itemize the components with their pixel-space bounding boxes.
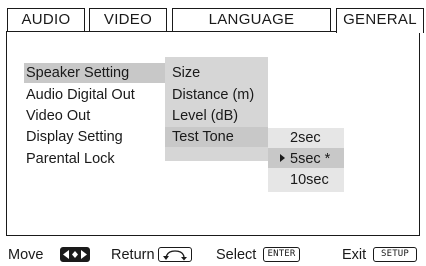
enter-key-icon: ENTER <box>263 247 300 262</box>
triangle-pointer-icon <box>280 154 285 162</box>
footer-exit-label: Exit <box>342 247 367 263</box>
tab-language[interactable]: LANGUAGE <box>172 8 331 31</box>
tab-general[interactable]: GENERAL <box>336 8 424 33</box>
left-right-arrows-icon <box>60 247 90 262</box>
menu-item-display-setting[interactable]: Display Setting <box>26 128 123 146</box>
tab-video[interactable]: VIDEO <box>89 8 167 31</box>
submenu-item-level[interactable]: Level (dB) <box>172 107 238 125</box>
footer-move-label: Move <box>8 247 44 263</box>
option-5sec[interactable]: 5sec * <box>290 150 330 168</box>
return-arrow-icon <box>158 247 192 262</box>
submenu-item-test-tone[interactable]: Test Tone <box>172 128 234 146</box>
footer-bar: Move Return Select ENTER Exit SETUP <box>0 240 426 266</box>
footer-select-label: Select <box>216 247 257 263</box>
submenu-item-size[interactable]: Size <box>172 64 200 82</box>
footer-return-label: Return <box>111 247 155 263</box>
option-10sec[interactable]: 10sec <box>290 171 329 189</box>
submenu-item-distance[interactable]: Distance (m) <box>172 86 254 104</box>
menu-item-speaker-setting[interactable]: Speaker Setting <box>26 64 129 82</box>
option-2sec[interactable]: 2sec <box>290 129 321 147</box>
menu-item-parental-lock[interactable]: Parental Lock <box>26 150 115 168</box>
menu-item-audio-digital-out[interactable]: Audio Digital Out <box>26 86 135 104</box>
tab-audio[interactable]: AUDIO <box>7 8 85 31</box>
menu-item-video-out[interactable]: Video Out <box>26 107 90 125</box>
setup-key-icon: SETUP <box>373 247 417 262</box>
